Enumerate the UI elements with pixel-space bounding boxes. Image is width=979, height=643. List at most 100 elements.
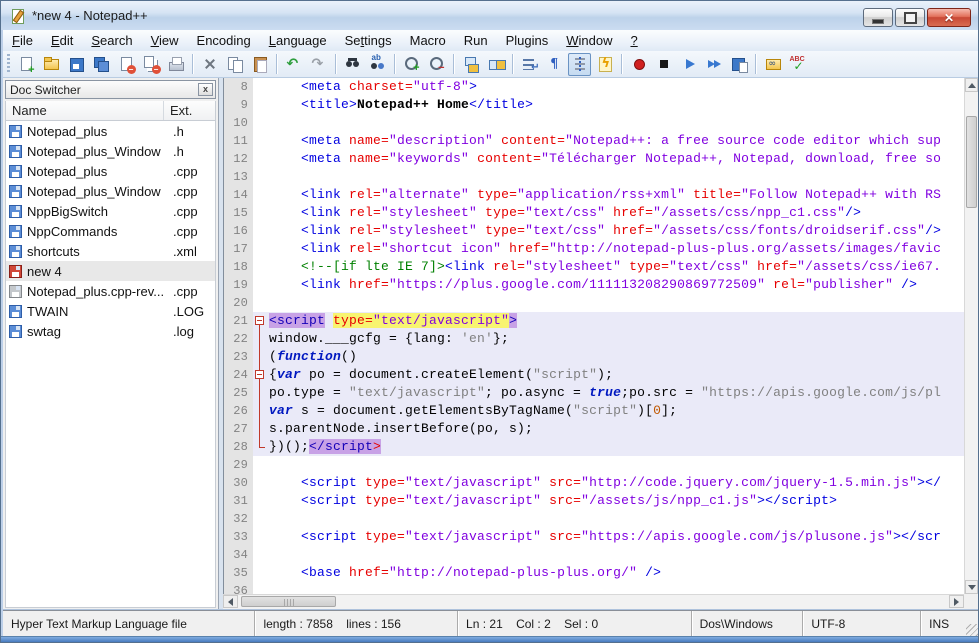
code-line[interactable]: 25po.type = "text/javascript"; po.async …: [224, 384, 964, 402]
code-line[interactable]: 9 <title>Notepad++ Home</title>: [224, 96, 964, 114]
code-line[interactable]: 32: [224, 510, 964, 528]
code-line[interactable]: 23(function(): [224, 348, 964, 366]
open-file-button[interactable]: [39, 53, 62, 76]
code-line[interactable]: 21<script type="text/javascript">: [224, 312, 964, 330]
code-line[interactable]: 31 <script type="text/javascript" src="/…: [224, 492, 964, 510]
horizontal-scroll-thumb[interactable]: [241, 596, 336, 607]
doc-list-item[interactable]: TWAIN.LOG: [6, 301, 215, 321]
code-line[interactable]: 36: [224, 582, 964, 594]
redo-button[interactable]: [307, 53, 330, 76]
column-header-ext[interactable]: Ext.: [164, 103, 192, 118]
code-line[interactable]: 29: [224, 456, 964, 474]
code-line[interactable]: 33 <script type="text/javascript" src="h…: [224, 528, 964, 546]
paste-button[interactable]: [248, 53, 271, 76]
code-line[interactable]: 12 <meta name="keywords" content="Téléch…: [224, 150, 964, 168]
macro-save-button[interactable]: [727, 53, 750, 76]
toolbar-grip[interactable]: [7, 54, 10, 74]
code-line[interactable]: 15 <link rel="stylesheet" type="text/css…: [224, 204, 964, 222]
doc-list-item[interactable]: Notepad_plus_Window.cpp: [6, 181, 215, 201]
doc-list-item[interactable]: NppBigSwitch.cpp: [6, 201, 215, 221]
code-line[interactable]: 19 <link href="https://plus.google.com/1…: [224, 276, 964, 294]
save-button[interactable]: [64, 53, 87, 76]
close-all-button[interactable]: [139, 53, 162, 76]
menu-item-run[interactable]: Run: [455, 31, 497, 50]
code-line[interactable]: 11 <meta name="description" content="Not…: [224, 132, 964, 150]
scroll-down-button[interactable]: [965, 580, 978, 594]
code-line[interactable]: 30 <script type="text/javascript" src="h…: [224, 474, 964, 492]
save-all-button[interactable]: [89, 53, 112, 76]
udl-button[interactable]: [593, 53, 616, 76]
menu-item-help[interactable]: ?: [621, 31, 646, 50]
print-button[interactable]: [164, 53, 187, 76]
menu-item-file[interactable]: File: [3, 31, 42, 50]
doc-list-item[interactable]: shortcuts.xml: [6, 241, 215, 261]
menu-item-edit[interactable]: Edit: [42, 31, 82, 50]
doc-list-item[interactable]: Notepad_plus.cpp: [6, 161, 215, 181]
code-line[interactable]: 13: [224, 168, 964, 186]
code-line[interactable]: 34: [224, 546, 964, 564]
code-line[interactable]: 16 <link rel="stylesheet" type="text/css…: [224, 222, 964, 240]
menu-item-view[interactable]: View: [142, 31, 188, 50]
copy-button[interactable]: [223, 53, 246, 76]
code-line[interactable]: 26var s = document.getElementsByTagName(…: [224, 402, 964, 420]
doc-list-item[interactable]: Notepad_plus.h: [6, 121, 215, 141]
code-line[interactable]: 14 <link rel="alternate" type="applicati…: [224, 186, 964, 204]
menu-item-language[interactable]: Language: [260, 31, 336, 50]
title-bar[interactable]: *new 4 - Notepad++: [1, 1, 978, 30]
word-wrap-button[interactable]: [518, 53, 541, 76]
code-editor[interactable]: 8 <meta charset="utf-8">9 <title>Notepad…: [223, 78, 964, 594]
scroll-right-button[interactable]: [949, 595, 964, 608]
macro-play-button[interactable]: [677, 53, 700, 76]
close-button[interactable]: [114, 53, 137, 76]
code-line[interactable]: 18 <!--[if lte IE 7]><link rel="styleshe…: [224, 258, 964, 276]
menu-item-window[interactable]: Window: [557, 31, 621, 50]
zoom-out-button[interactable]: [425, 53, 448, 76]
code-line[interactable]: 24{var po = document.createElement("scri…: [224, 366, 964, 384]
fold-collapse-icon[interactable]: [255, 370, 264, 379]
vertical-scroll-thumb[interactable]: [966, 116, 977, 208]
sync-h-button[interactable]: [484, 53, 507, 76]
code-line[interactable]: 20: [224, 294, 964, 312]
doc-list-item[interactable]: new 4: [6, 261, 215, 281]
menu-item-settings[interactable]: Settings: [336, 31, 401, 50]
spell-check-button[interactable]: [786, 53, 809, 76]
status-insert-mode[interactable]: INS: [921, 611, 966, 636]
zoom-in-button[interactable]: [400, 53, 423, 76]
doc-switcher-close-button[interactable]: x: [198, 83, 213, 96]
cut-button[interactable]: [198, 53, 221, 76]
code-line[interactable]: 8 <meta charset="utf-8">: [224, 78, 964, 96]
sync-v-button[interactable]: [459, 53, 482, 76]
resize-grip[interactable]: [966, 624, 978, 636]
menu-item-search[interactable]: Search: [82, 31, 141, 50]
macro-multi-button[interactable]: [702, 53, 725, 76]
doc-list-item[interactable]: NppCommands.cpp: [6, 221, 215, 241]
find-button[interactable]: [341, 53, 364, 76]
maximize-button[interactable]: [895, 8, 925, 27]
scroll-left-button[interactable]: [223, 595, 238, 608]
code-line[interactable]: 35 <base href="http://notepad-plus-plus.…: [224, 564, 964, 582]
menu-item-macro[interactable]: Macro: [401, 31, 455, 50]
replace-button[interactable]: [366, 53, 389, 76]
fold-margin[interactable]: [253, 312, 267, 330]
menu-item-plugins[interactable]: Plugins: [497, 31, 558, 50]
macro-record-button[interactable]: [627, 53, 650, 76]
menu-item-encoding[interactable]: Encoding: [188, 31, 260, 50]
macro-stop-button[interactable]: [652, 53, 675, 76]
doc-list-item[interactable]: Notepad_plus.cpp-rev....cpp: [6, 281, 215, 301]
code-line[interactable]: 28})();</script>: [224, 438, 964, 456]
scroll-up-button[interactable]: [965, 78, 978, 92]
doc-list-item[interactable]: Notepad_plus_Window.h: [6, 141, 215, 161]
folder-link-button[interactable]: [761, 53, 784, 76]
show-all-chars-button[interactable]: [543, 53, 566, 76]
fold-collapse-icon[interactable]: [255, 316, 264, 325]
new-file-button[interactable]: [14, 53, 37, 76]
status-eol-format[interactable]: Dos\Windows: [692, 611, 804, 636]
column-header-name[interactable]: Name: [6, 101, 164, 120]
vertical-scrollbar[interactable]: [964, 78, 978, 594]
doc-switcher-titlebar[interactable]: Doc Switcher x: [5, 80, 216, 99]
status-encoding[interactable]: UTF-8: [803, 611, 921, 636]
minimize-button[interactable]: [863, 8, 893, 27]
indent-guide-button[interactable]: [568, 53, 591, 76]
close-button[interactable]: [927, 8, 971, 27]
code-line[interactable]: 27s.parentNode.insertBefore(po, s);: [224, 420, 964, 438]
